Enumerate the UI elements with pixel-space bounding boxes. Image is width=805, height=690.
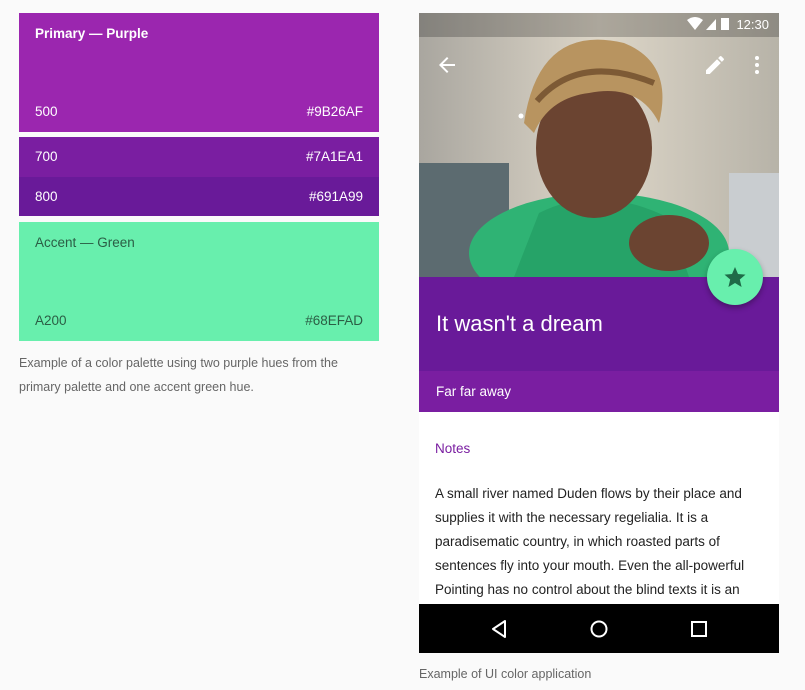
phone-mockup: 12:30 It wasn't a dream Far far away Not… (419, 13, 779, 653)
accent-a200-swatch: Accent — Green A200 #68EFAD (19, 222, 379, 341)
primary-swatch-title: Primary — Purple (35, 26, 149, 41)
page-title: It wasn't a dream (436, 311, 603, 336)
palette-caption: Example of a color palette using two pur… (19, 356, 338, 394)
back-arrow-icon[interactable] (435, 53, 459, 77)
primary-700-swatch: 700 #7A1EA1 (19, 137, 379, 177)
status-time: 12:30 (736, 17, 769, 32)
primary-500-swatch: Primary — Purple 500 #9B26AF (19, 13, 379, 132)
primary-800-swatch: 800 #691A99 (19, 177, 379, 216)
favorite-fab-button[interactable] (707, 249, 763, 305)
status-icons (687, 17, 731, 34)
primary-swatch-name: 500 (35, 104, 58, 119)
star-icon (724, 267, 746, 287)
primary-swatch-hex: #9B26AF (306, 104, 363, 119)
hero-image: 12:30 (419, 13, 779, 277)
edit-pencil-icon[interactable] (703, 53, 727, 77)
nav-home-icon[interactable] (587, 617, 611, 641)
nav-recents-icon[interactable] (687, 617, 711, 641)
swatch-700-name: 700 (35, 149, 58, 164)
swatch-700-hex: #7A1EA1 (305, 149, 363, 164)
ui-caption: Example of UI color application (419, 667, 592, 681)
signal-battery-icon (687, 17, 729, 30)
accent-swatch-title: Accent — Green (35, 235, 135, 250)
swatch-800-name: 800 (35, 189, 58, 204)
status-bar: 12:30 (419, 13, 779, 37)
accent-swatch-name: A200 (35, 313, 67, 328)
more-vert-icon[interactable] (745, 53, 769, 77)
page-subtitle: Far far away (436, 384, 512, 399)
accent-swatch-hex: #68EFAD (305, 313, 363, 328)
nav-back-icon[interactable] (487, 617, 511, 641)
notes-body-text: A small river named Duden flows by their… (435, 486, 745, 597)
notes-heading: Notes (435, 441, 471, 456)
navigation-bar (419, 604, 779, 653)
swatch-800-hex: #691A99 (308, 189, 363, 204)
